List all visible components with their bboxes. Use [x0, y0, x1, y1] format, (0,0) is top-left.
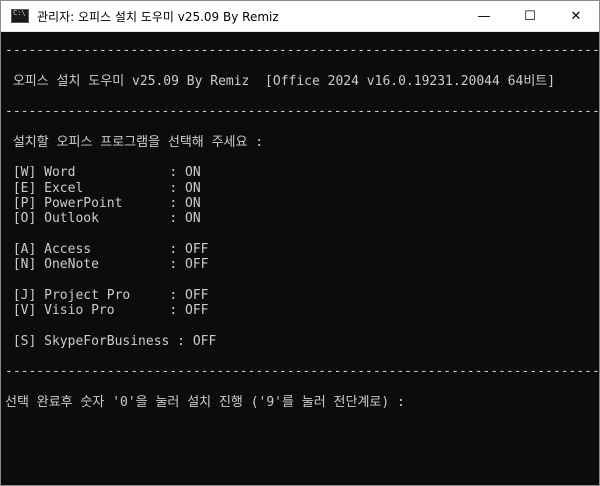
minimize-button[interactable]: — [461, 1, 507, 31]
minimize-icon: — [477, 8, 491, 24]
command-prompt-icon [11, 9, 29, 23]
option-word: [W] Word : ON [5, 165, 201, 181]
option-project-pro: [J] Project Pro : OFF [5, 287, 209, 303]
prompt-heading: 설치할 오피스 프로그램을 선택해 주세요 : [5, 134, 264, 150]
window-controls: — ☐ ✕ [461, 1, 599, 31]
close-icon: ✕ [570, 8, 582, 24]
separator-line: ----------------------------------------… [5, 104, 600, 120]
option-outlook: [O] Outlook : ON [5, 211, 201, 227]
option-visio-pro: [V] Visio Pro : OFF [5, 303, 209, 319]
input-prompt[interactable]: 선택 완료후 숫자 '0'을 눌러 설치 진행 ('9'를 눌러 전단계로) : [5, 395, 599, 410]
option-skype: [S] SkypeForBusiness : OFF [5, 333, 217, 349]
console-window: 관리자: 오피스 설치 도우미 v25.09 By Remiz — ☐ ✕ --… [0, 0, 600, 486]
maximize-button[interactable]: ☐ [507, 1, 553, 31]
option-onenote: [N] OneNote : OFF [5, 257, 209, 273]
option-powerpoint: [P] PowerPoint : ON [5, 195, 201, 211]
header-line: 오피스 설치 도우미 v25.09 By Remiz [Office 2024 … [5, 73, 556, 89]
title-bar[interactable]: 관리자: 오피스 설치 도우미 v25.09 By Remiz — ☐ ✕ [1, 1, 599, 32]
maximize-icon: ☐ [524, 8, 536, 24]
close-button[interactable]: ✕ [553, 1, 599, 31]
console-output[interactable]: ----------------------------------------… [1, 32, 599, 485]
separator-line: ----------------------------------------… [5, 43, 600, 58]
separator-line: ----------------------------------------… [5, 364, 600, 380]
option-excel: [E] Excel : ON [5, 180, 201, 196]
window-title: 관리자: 오피스 설치 도우미 v25.09 By Remiz [37, 9, 279, 24]
option-access: [A] Access : OFF [5, 241, 209, 257]
